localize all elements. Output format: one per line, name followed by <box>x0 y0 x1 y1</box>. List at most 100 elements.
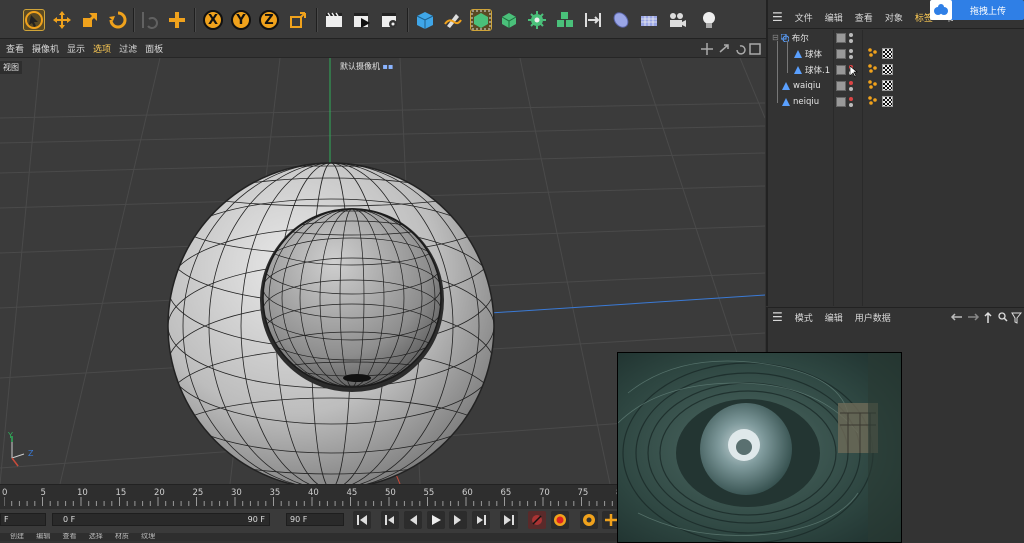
mat-menu-create[interactable]: 创建 <box>10 533 24 540</box>
floor-icon[interactable] <box>638 9 660 31</box>
play-icon[interactable] <box>427 511 445 529</box>
prev-frame-icon[interactable] <box>404 511 422 529</box>
edit-toggle-icon[interactable] <box>836 33 846 43</box>
visibility-dot[interactable] <box>849 33 853 37</box>
scale-icon[interactable] <box>79 9 101 31</box>
timeline-tick-label: 40 <box>308 488 319 498</box>
mat-menu-select[interactable]: 选择 <box>89 533 103 540</box>
extrude-icon[interactable] <box>498 9 520 31</box>
object-row-waiqiu[interactable]: waiqiu <box>768 78 1024 93</box>
object-row-neiqiu[interactable]: neiqiu <box>768 94 1024 109</box>
next-frame-icon[interactable] <box>449 511 467 529</box>
rotate-icon[interactable] <box>107 9 129 31</box>
viewport-nav-icons[interactable] <box>700 42 764 56</box>
hamburger-icon[interactable]: ☰ <box>772 310 783 324</box>
material-tag-icon[interactable] <box>882 64 893 75</box>
camera-label[interactable]: 默认摄像机 ▪▪ <box>340 61 393 72</box>
visibility-dot[interactable] <box>849 103 853 107</box>
viewport-menu-options[interactable]: 选项 <box>93 42 111 55</box>
attr-menu-mode[interactable]: 模式 <box>795 311 813 324</box>
viewport-menu-view[interactable]: 查看 <box>6 42 24 55</box>
coordinate-system-icon[interactable] <box>287 9 309 31</box>
viewport-menu-camera[interactable]: 摄像机 <box>32 42 59 55</box>
cube-icon[interactable] <box>414 9 436 31</box>
viewport-menu-filter[interactable]: 过滤 <box>119 42 137 55</box>
obj-menu-view[interactable]: 查看 <box>855 11 873 24</box>
sphere-icon <box>782 81 790 90</box>
viewport-menu-display[interactable]: 显示 <box>67 42 85 55</box>
next-key-icon[interactable] <box>472 511 490 529</box>
edit-toggle-icon[interactable] <box>836 81 846 91</box>
mat-menu-texture[interactable]: 纹理 <box>141 533 155 540</box>
x-axis-icon[interactable]: X <box>203 10 223 30</box>
visibility-dot[interactable] <box>849 87 853 91</box>
range-end-value: 90 F <box>247 515 265 524</box>
record-keys-icon[interactable] <box>551 511 569 529</box>
mograph-icon[interactable] <box>526 9 548 31</box>
max-frame-field[interactable]: 90 F <box>286 513 344 526</box>
timeline-tick-label: 65 <box>500 488 512 498</box>
material-tag-icon[interactable] <box>882 48 893 59</box>
material-tag-icon[interactable] <box>882 80 893 91</box>
symmetry-icon[interactable] <box>582 9 604 31</box>
phong-tag-icon[interactable] <box>868 80 877 89</box>
visibility-dot[interactable] <box>849 81 853 85</box>
deformer-icon[interactable] <box>554 9 576 31</box>
timeline-tick-label: 55 <box>423 488 435 498</box>
sphere-icon <box>782 97 790 106</box>
visibility-dot[interactable] <box>849 49 853 53</box>
timeline-tick-label: 45 <box>346 488 358 498</box>
viewport-menu: 查看 摄像机 显示 选项 过滤 面板 <box>0 39 766 58</box>
visibility-dot[interactable] <box>849 55 853 59</box>
render-settings-icon[interactable] <box>379 9 401 31</box>
object-name: waiqiu <box>793 80 821 91</box>
phong-tag-icon[interactable] <box>868 48 877 57</box>
record-disabled-icon[interactable] <box>528 511 546 529</box>
object-row-sphere-1[interactable]: 球体.1 <box>768 62 1024 77</box>
move-icon[interactable] <box>51 9 73 31</box>
edit-toggle-icon[interactable] <box>836 97 846 107</box>
obj-menu-object[interactable]: 对象 <box>885 11 903 24</box>
current-frame-field[interactable]: F <box>0 513 46 526</box>
render-view-icon[interactable] <box>323 9 345 31</box>
auto-key-icon[interactable] <box>580 511 598 529</box>
camera-icon[interactable] <box>666 9 688 31</box>
edit-toggle-icon[interactable] <box>836 65 846 75</box>
obj-menu-file[interactable]: 文件 <box>795 11 813 24</box>
visibility-dot[interactable] <box>849 39 853 43</box>
go-to-end-icon[interactable] <box>500 511 518 529</box>
hamburger-icon[interactable]: ☰ <box>772 10 783 24</box>
timeline-tick-label: 70 <box>539 488 550 498</box>
pen-icon[interactable] <box>442 9 464 31</box>
mat-menu-view[interactable]: 查看 <box>62 533 76 540</box>
mat-menu-material[interactable]: 材质 <box>115 533 129 540</box>
light-icon[interactable] <box>698 9 720 31</box>
timeline-tick-label: 35 <box>269 488 281 498</box>
material-manager-menu: 创建 编辑 查看 选择 材质 纹理 <box>0 533 618 541</box>
y-axis-icon[interactable]: Y <box>231 10 251 30</box>
attr-menu-userdata[interactable]: 用户数据 <box>855 311 891 324</box>
z-axis-icon[interactable]: Z <box>259 10 279 30</box>
object-row-sphere[interactable]: 球体 <box>768 46 1024 61</box>
live-selection-icon[interactable] <box>23 9 45 31</box>
mat-menu-edit[interactable]: 编辑 <box>36 533 50 540</box>
visibility-dot[interactable] <box>849 97 853 101</box>
subdivision-icon[interactable] <box>470 9 492 31</box>
upload-badge[interactable]: 拖拽上传 <box>930 0 1024 20</box>
obj-menu-edit[interactable]: 编辑 <box>825 11 843 24</box>
attr-menu-edit[interactable]: 编辑 <box>825 311 843 324</box>
recent-icon[interactable] <box>138 9 160 31</box>
go-to-start-icon[interactable] <box>353 511 371 529</box>
phong-tag-icon[interactable] <box>868 96 877 105</box>
attr-nav-icons[interactable] <box>950 311 1023 324</box>
frame-range-slider[interactable]: 0 F 90 F <box>52 513 270 526</box>
prev-key-icon[interactable] <box>381 511 399 529</box>
add-icon[interactable] <box>166 9 188 31</box>
environment-icon[interactable] <box>610 9 632 31</box>
object-row-boole[interactable]: ⊟ 布尔 <box>768 30 1024 45</box>
material-tag-icon[interactable] <box>882 96 893 107</box>
viewport-menu-panel[interactable]: 面板 <box>145 42 163 55</box>
render-picture-viewer-icon[interactable] <box>351 9 373 31</box>
phong-tag-icon[interactable] <box>868 64 877 73</box>
edit-toggle-icon[interactable] <box>836 49 846 59</box>
